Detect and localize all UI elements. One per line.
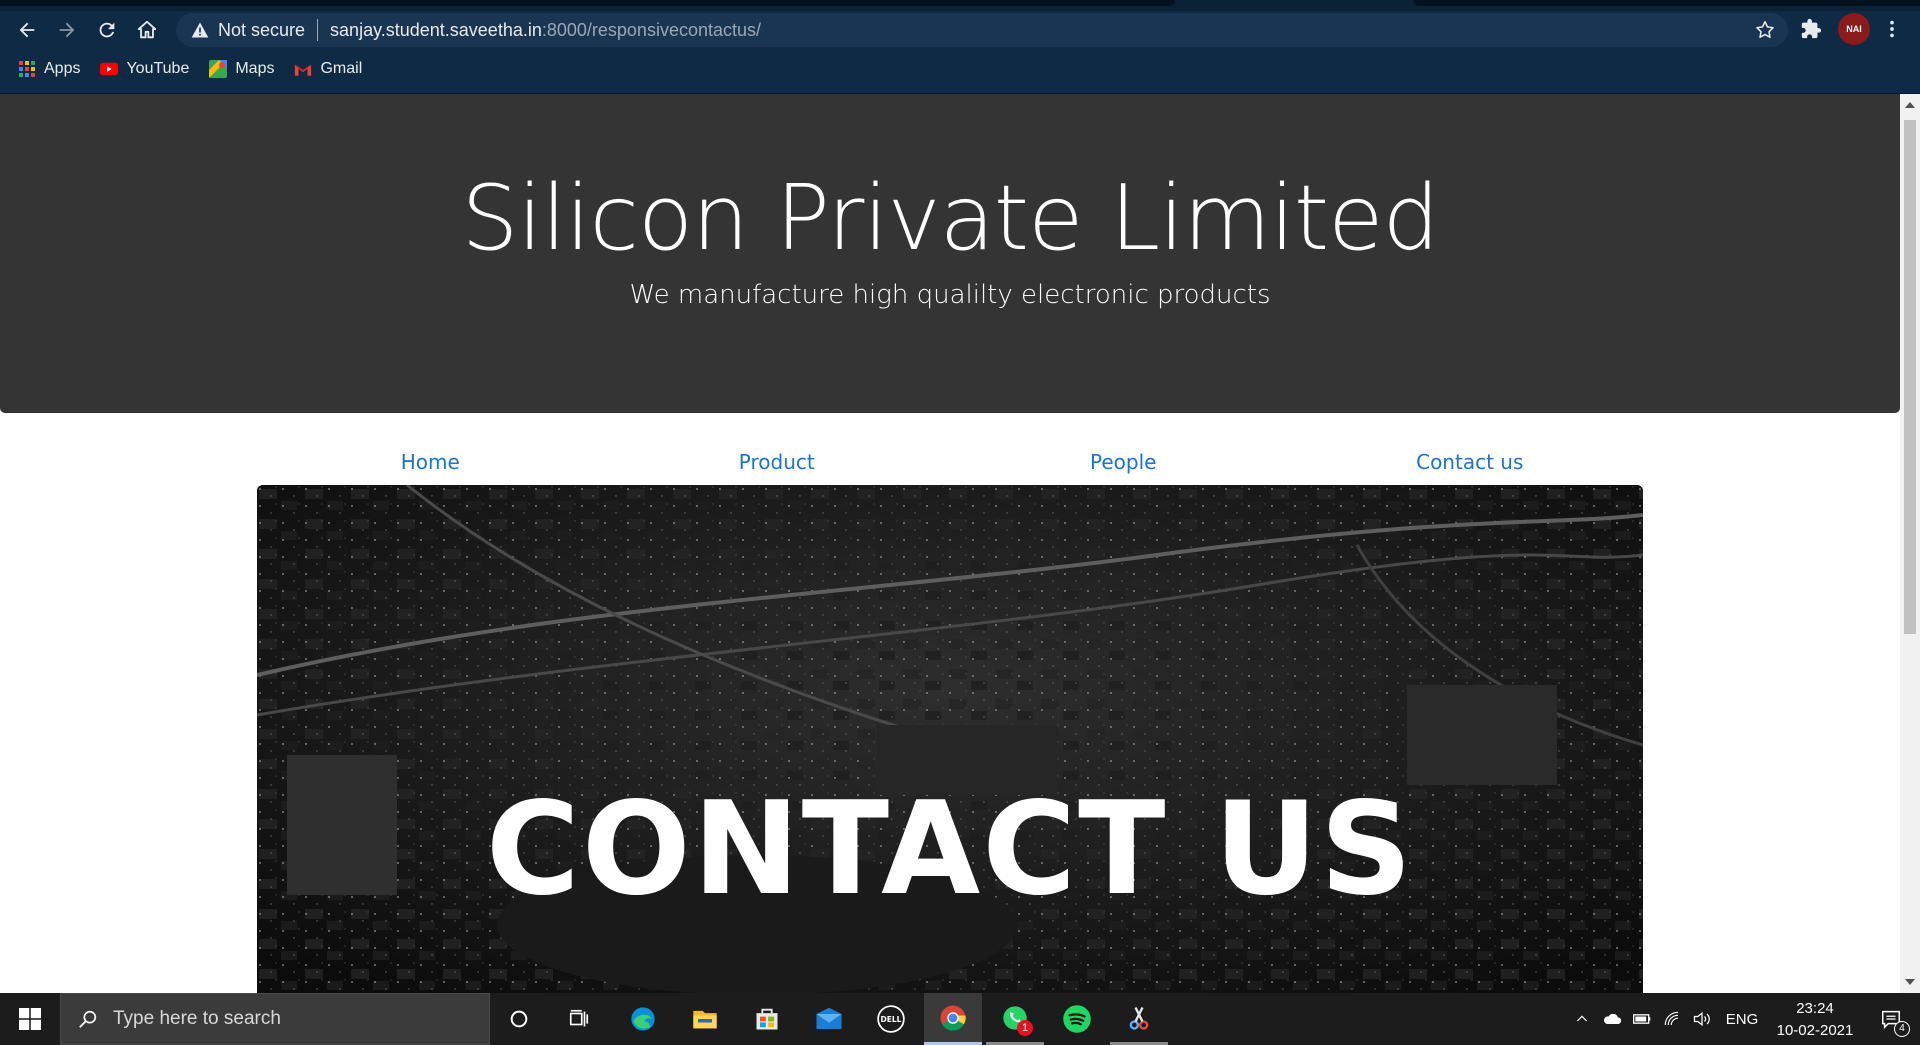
task-view-icon	[569, 1009, 589, 1027]
search-icon	[79, 1010, 97, 1028]
bookmark-label: YouTube	[126, 60, 190, 77]
spotify-icon	[1063, 1005, 1091, 1033]
profile-avatar[interactable]: NAI	[1838, 13, 1870, 45]
page-scrollbar[interactable]	[1900, 94, 1920, 993]
taskbar-spotify[interactable]	[1048, 993, 1106, 1045]
bookmark-label: Gmail	[320, 60, 363, 77]
snipping-tool-icon	[1129, 1006, 1149, 1030]
windows-logo-icon	[19, 1008, 41, 1030]
taskbar-store[interactable]	[738, 993, 796, 1045]
url-host[interactable]: sanjay.student.saveetha.in	[330, 20, 542, 41]
input-language[interactable]: ENG	[1720, 993, 1764, 1045]
nav-link-product[interactable]: Product	[604, 450, 951, 480]
gmail-icon	[294, 60, 312, 78]
profile-badge: NAI	[1846, 24, 1862, 34]
bookmark-youtube[interactable]: YouTube	[100, 60, 189, 78]
nav-link-people[interactable]: People	[950, 450, 1297, 480]
contact-hero-image: CONTACT US	[257, 485, 1643, 993]
cortana-circle-icon	[510, 1010, 528, 1028]
start-button[interactable]	[0, 993, 60, 1045]
page-subtitle: We manufacture high qualilty electronic …	[629, 280, 1271, 310]
mail-icon	[816, 1007, 842, 1029]
bookmark-label: Maps	[235, 60, 275, 77]
bookmark-maps[interactable]: Maps	[209, 60, 274, 78]
taskbar-whatsapp[interactable]: 1	[986, 993, 1044, 1045]
taskbar-mail[interactable]	[800, 993, 858, 1045]
forward-arrow-icon	[59, 22, 75, 38]
bookmark-gmail[interactable]: Gmail	[294, 60, 362, 78]
apps-grid-icon	[18, 60, 36, 78]
omnibox-divider	[317, 19, 319, 41]
site-navigation: Home Product People Contact us	[257, 450, 1643, 480]
bookmark-apps[interactable]: Apps	[18, 60, 80, 78]
extensions-puzzle-icon[interactable]	[1797, 15, 1825, 43]
edge-browser-icon	[631, 1007, 655, 1031]
taskbar-snipping-tool[interactable]	[1110, 993, 1168, 1045]
svg-text:DELL: DELL	[881, 1015, 902, 1024]
notification-center-button[interactable]: 4	[1868, 993, 1914, 1045]
scrollbar-thumb[interactable]	[1904, 120, 1916, 634]
battery-icon[interactable]	[1628, 993, 1656, 1045]
home-icon	[137, 20, 157, 39]
taskbar-edge[interactable]	[614, 993, 672, 1045]
notification-count-badge: 4	[1894, 1021, 1910, 1037]
scroll-up-arrow-icon[interactable]	[1905, 102, 1915, 108]
url-path[interactable]: :8000/responsivecontactus/	[542, 20, 761, 41]
warning-icon	[190, 20, 210, 40]
youtube-icon	[100, 60, 119, 78]
browser-menu-icon[interactable]	[1878, 15, 1906, 43]
address-bar[interactable]: Not secure sanjay.student.saveetha.in:80…	[176, 13, 1788, 47]
page-title: Silicon Private Limited	[461, 166, 1439, 271]
wifi-icon[interactable]	[1658, 993, 1686, 1045]
browser-chrome: Not secure sanjay.student.saveetha.in:80…	[0, 0, 1920, 94]
windows-taskbar: Type here to search DELL 1 ENG 23:24 10-…	[0, 993, 1920, 1045]
home-button[interactable]	[131, 14, 163, 46]
forward-button[interactable]	[51, 14, 83, 46]
taskbar-chrome[interactable]	[924, 993, 982, 1045]
onedrive-cloud-icon[interactable]	[1598, 993, 1626, 1045]
clock-date: 10-02-2021	[1776, 1022, 1854, 1039]
scroll-down-arrow-icon[interactable]	[1905, 979, 1915, 985]
volume-icon[interactable]	[1688, 993, 1716, 1045]
cortana-button[interactable]	[490, 993, 548, 1045]
store-bag-icon	[756, 1008, 778, 1030]
dell-logo-icon: DELL	[877, 1005, 905, 1033]
taskbar-search-box[interactable]: Type here to search	[60, 993, 490, 1045]
taskbar-file-explorer[interactable]	[676, 993, 734, 1045]
bookmark-star-icon[interactable]	[1754, 19, 1776, 41]
tray-show-hidden-icon[interactable]	[1570, 993, 1594, 1045]
reload-icon	[99, 22, 115, 38]
task-view-button[interactable]	[550, 993, 608, 1045]
security-status[interactable]: Not secure	[218, 20, 305, 41]
bookmark-label: Apps	[44, 60, 81, 77]
chrome-browser-icon	[940, 1005, 966, 1031]
nav-link-contact-us[interactable]: Contact us	[1297, 450, 1644, 480]
reload-button[interactable]	[91, 14, 123, 46]
bookmarks-bar: Apps YouTube Maps Gmail	[18, 57, 362, 81]
back-arrow-icon	[19, 22, 35, 38]
tab-strip	[0, 0, 1920, 11]
folder-icon	[693, 1010, 717, 1029]
clock-time: 23:24	[1796, 1000, 1834, 1017]
jumbotron-header: Silicon Private Limited We manufacture h…	[0, 94, 1900, 413]
contact-us-heading: CONTACT US	[485, 775, 1415, 924]
maps-icon	[209, 60, 228, 78]
whatsapp-unread-badge: 1	[1017, 1020, 1033, 1036]
taskbar-dell[interactable]: DELL	[862, 993, 920, 1045]
nav-link-home[interactable]: Home	[257, 450, 604, 480]
back-button[interactable]	[11, 14, 43, 46]
page-viewport: Silicon Private Limited We manufacture h…	[0, 94, 1900, 993]
system-clock[interactable]: 23:24 10-02-2021	[1765, 998, 1865, 1042]
search-placeholder: Type here to search	[113, 1008, 281, 1029]
